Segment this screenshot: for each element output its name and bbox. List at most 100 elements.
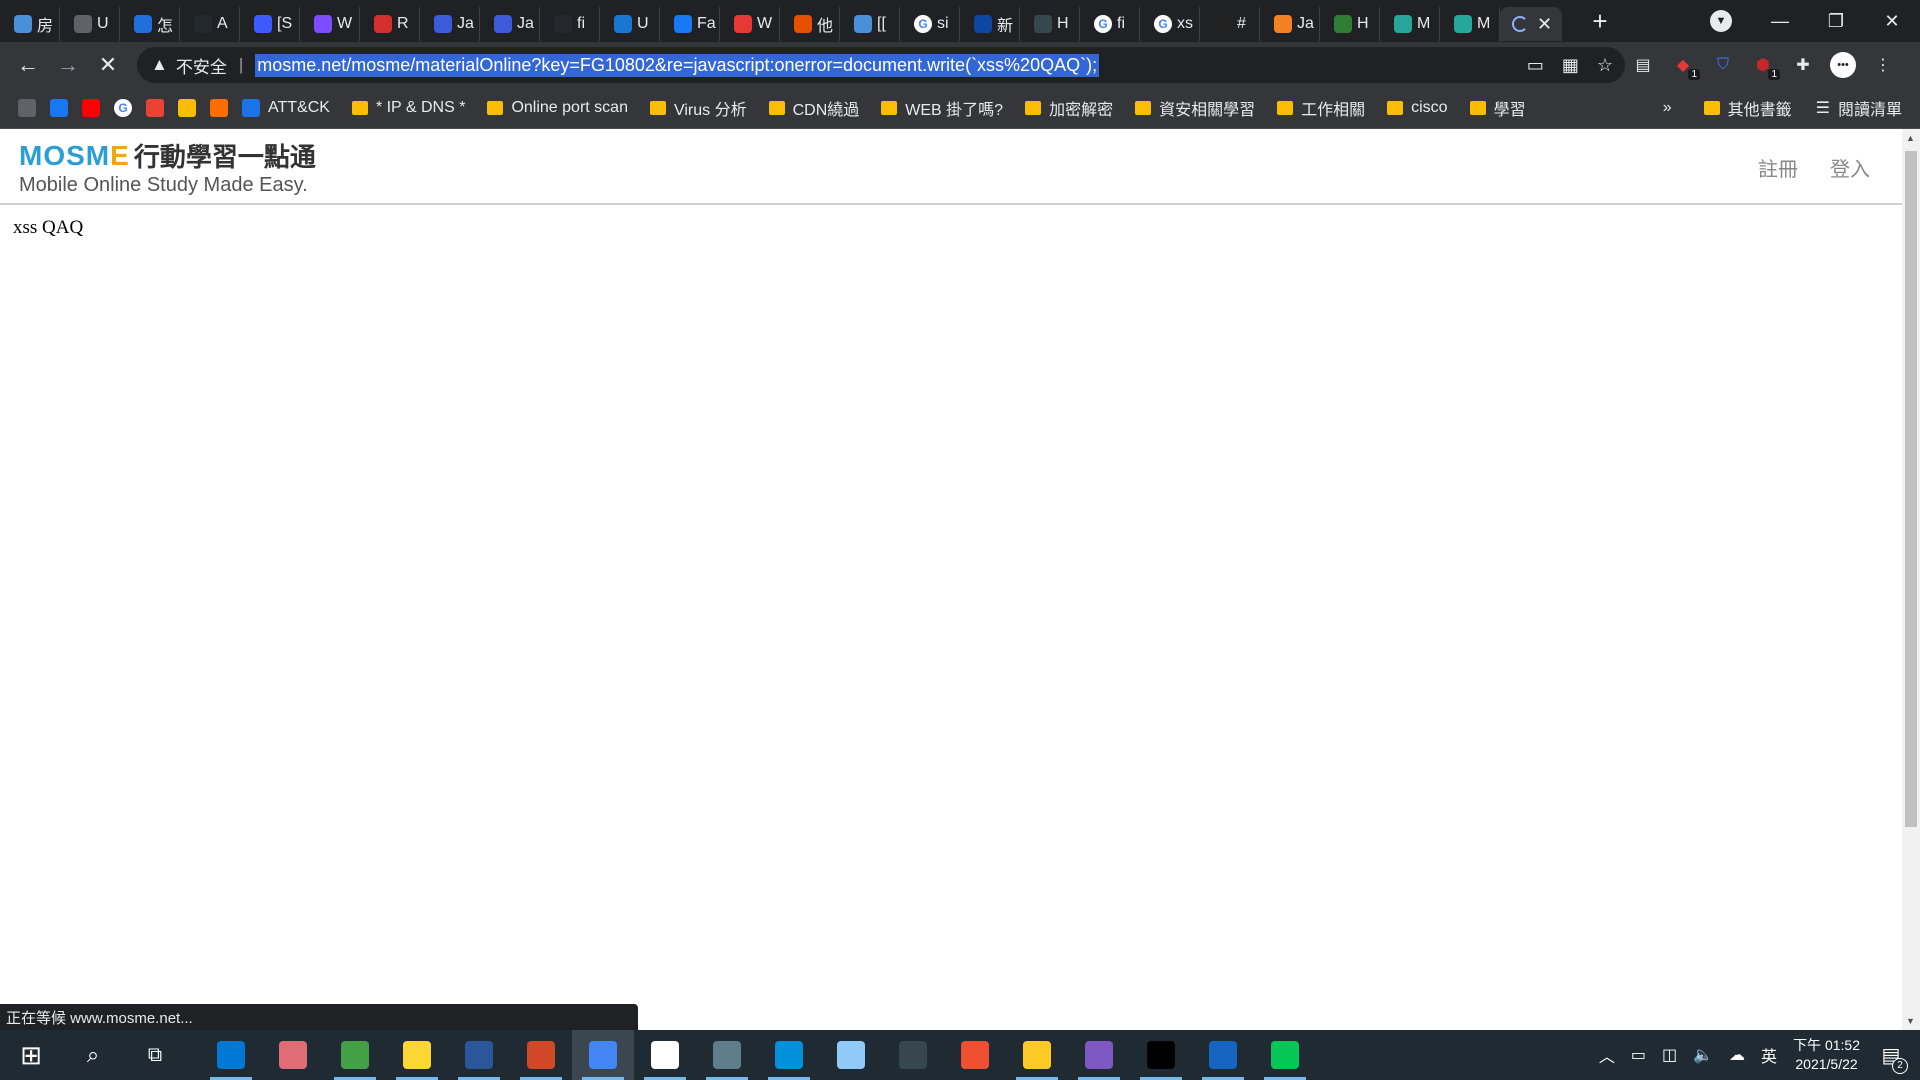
- cast-icon[interactable]: ▭: [1527, 55, 1544, 76]
- taskbar-app[interactable]: [200, 1030, 262, 1080]
- action-center-button[interactable]: ▤ 2: [1876, 1043, 1908, 1074]
- more-bookmarks-button[interactable]: »: [1663, 99, 1672, 117]
- scroll-up-icon[interactable]: ▲: [1906, 133, 1915, 143]
- new-tab-button[interactable]: +: [1586, 6, 1614, 37]
- extension-red-icon[interactable]: ◆ 1: [1670, 52, 1700, 80]
- browser-tab[interactable]: Gxs: [1140, 7, 1200, 41]
- puzzle-icon[interactable]: ✚: [1790, 52, 1816, 78]
- taskbar-app[interactable]: [386, 1030, 448, 1080]
- bookmark-star-icon[interactable]: ☆: [1597, 55, 1613, 76]
- bookmark-icon-only[interactable]: [210, 99, 228, 117]
- register-link[interactable]: 註冊: [1758, 153, 1798, 182]
- volume-icon[interactable]: 🔈: [1693, 1045, 1713, 1065]
- browser-tab[interactable]: W: [720, 7, 780, 41]
- browser-tab[interactable]: U: [600, 7, 660, 41]
- browser-tab[interactable]: H: [1320, 7, 1380, 41]
- taskbar-app[interactable]: [262, 1030, 324, 1080]
- bookmark-folder[interactable]: WEB 掛了嗎?: [881, 96, 1003, 120]
- browser-tab[interactable]: Ja: [480, 7, 540, 41]
- chevron-up-icon[interactable]: ︿: [1599, 1043, 1615, 1067]
- scroll-down-icon[interactable]: ▼: [1906, 1016, 1915, 1026]
- address-bar[interactable]: ▲ 不安全 | mosme.net/mosme/materialOnline?k…: [137, 47, 1625, 83]
- taskbar-app[interactable]: [758, 1030, 820, 1080]
- url-text[interactable]: mosme.net/mosme/materialOnline?key=FG108…: [255, 53, 1100, 77]
- taskbar-app[interactable]: [1130, 1030, 1192, 1080]
- bookmark-folder[interactable]: 加密解密: [1025, 96, 1113, 120]
- browser-tab[interactable]: 他: [780, 7, 840, 41]
- bitwarden-icon[interactable]: ⛉: [1710, 52, 1736, 78]
- bookmark-icon-only[interactable]: G: [114, 99, 132, 117]
- network-icon[interactable]: ◫: [1662, 1045, 1677, 1065]
- bookmark-folder[interactable]: CDN繞過: [768, 96, 859, 120]
- printer-icon[interactable]: ▤: [1630, 52, 1656, 78]
- browser-tab[interactable]: U: [60, 7, 120, 41]
- browser-tab[interactable]: H: [1020, 7, 1080, 41]
- ublock-icon[interactable]: ⬢ 1: [1750, 52, 1780, 80]
- other-bookmarks-folder[interactable]: 其他書籤: [1703, 96, 1792, 120]
- taskbar-app[interactable]: [820, 1030, 882, 1080]
- browser-tab[interactable]: Ja: [420, 7, 480, 41]
- browser-tab[interactable]: 房: [0, 7, 60, 41]
- bookmark-link[interactable]: ATT&CK: [242, 99, 330, 117]
- minimize-button[interactable]: —: [1752, 11, 1808, 32]
- back-button[interactable]: ←: [8, 52, 48, 78]
- browser-tab[interactable]: [S: [240, 7, 300, 41]
- bookmark-folder[interactable]: 資安相關學習: [1135, 96, 1255, 120]
- taskbar-app[interactable]: [324, 1030, 386, 1080]
- browser-tab[interactable]: [[: [840, 7, 900, 41]
- bookmark-icon-only[interactable]: [146, 99, 164, 117]
- taskbar-app[interactable]: [696, 1030, 758, 1080]
- browser-tab[interactable]: M: [1380, 7, 1440, 41]
- bookmark-icon-only[interactable]: [18, 99, 36, 117]
- browser-tab[interactable]: 新: [960, 7, 1020, 41]
- bookmark-icon-only[interactable]: [50, 99, 68, 117]
- browser-tab[interactable]: R: [360, 7, 420, 41]
- page-scrollbar[interactable]: ▲ ▼: [1902, 129, 1920, 1030]
- browser-tab[interactable]: Fa: [660, 7, 720, 41]
- browser-tab[interactable]: Gsi: [900, 7, 960, 41]
- taskbar-app[interactable]: [1006, 1030, 1068, 1080]
- taskbar-app[interactable]: [1068, 1030, 1130, 1080]
- bookmark-folder[interactable]: Online port scan: [487, 99, 628, 117]
- browser-tab[interactable]: 怎: [120, 7, 180, 41]
- taskbar-app[interactable]: [1254, 1030, 1316, 1080]
- reading-list-button[interactable]: ☰ 閱讀清單: [1816, 96, 1902, 120]
- start-button[interactable]: ⊞: [0, 1030, 62, 1080]
- ime-indicator[interactable]: 英: [1761, 1043, 1777, 1067]
- login-link[interactable]: 登入: [1830, 153, 1870, 182]
- bookmark-folder[interactable]: * IP & DNS *: [351, 99, 465, 117]
- taskbar-app[interactable]: [510, 1030, 572, 1080]
- onedrive-icon[interactable]: ☁: [1729, 1045, 1745, 1065]
- browser-tab[interactable]: W: [300, 7, 360, 41]
- taskbar-app[interactable]: [634, 1030, 696, 1080]
- site-info-button[interactable]: ▲ 不安全 |: [151, 53, 243, 78]
- close-tab-icon[interactable]: ✕: [1537, 14, 1552, 35]
- search-button[interactable]: ⌕: [62, 1030, 124, 1080]
- browser-tab[interactable]: #: [1200, 7, 1260, 41]
- forward-button[interactable]: →: [48, 52, 88, 78]
- bookmark-folder[interactable]: 工作相關: [1277, 96, 1365, 120]
- taskbar-app[interactable]: [1192, 1030, 1254, 1080]
- maximize-button[interactable]: ❐: [1808, 11, 1864, 32]
- site-logo[interactable]: MOSME 行動學習一點通 Mobile Online Study Made E…: [19, 137, 316, 197]
- stop-loading-button[interactable]: ✕: [88, 52, 128, 78]
- browser-tab[interactable]: Gfi: [1080, 7, 1140, 41]
- apps-grid-icon[interactable]: ▦: [1562, 55, 1579, 76]
- scroll-thumb[interactable]: [1905, 151, 1917, 827]
- taskbar-app[interactable]: [944, 1030, 1006, 1080]
- profile-avatar[interactable]: •••: [1830, 52, 1856, 78]
- bookmark-folder[interactable]: cisco: [1387, 99, 1448, 117]
- active-tab[interactable]: ✕: [1500, 7, 1562, 41]
- bookmark-folder[interactable]: Virus 分析: [649, 96, 747, 120]
- battery-icon[interactable]: ▭: [1631, 1045, 1646, 1065]
- browser-tab[interactable]: fi: [540, 7, 600, 41]
- taskbar-app[interactable]: [882, 1030, 944, 1080]
- close-window-button[interactable]: ✕: [1864, 11, 1920, 32]
- tab-search-button[interactable]: ▼: [1710, 10, 1732, 32]
- taskbar-app[interactable]: [448, 1030, 510, 1080]
- browser-tab[interactable]: M: [1440, 7, 1500, 41]
- task-view-button[interactable]: ⧉: [124, 1030, 186, 1080]
- taskbar-app[interactable]: [572, 1030, 634, 1080]
- bookmark-icon-only[interactable]: [178, 99, 196, 117]
- bookmark-icon-only[interactable]: [82, 99, 100, 117]
